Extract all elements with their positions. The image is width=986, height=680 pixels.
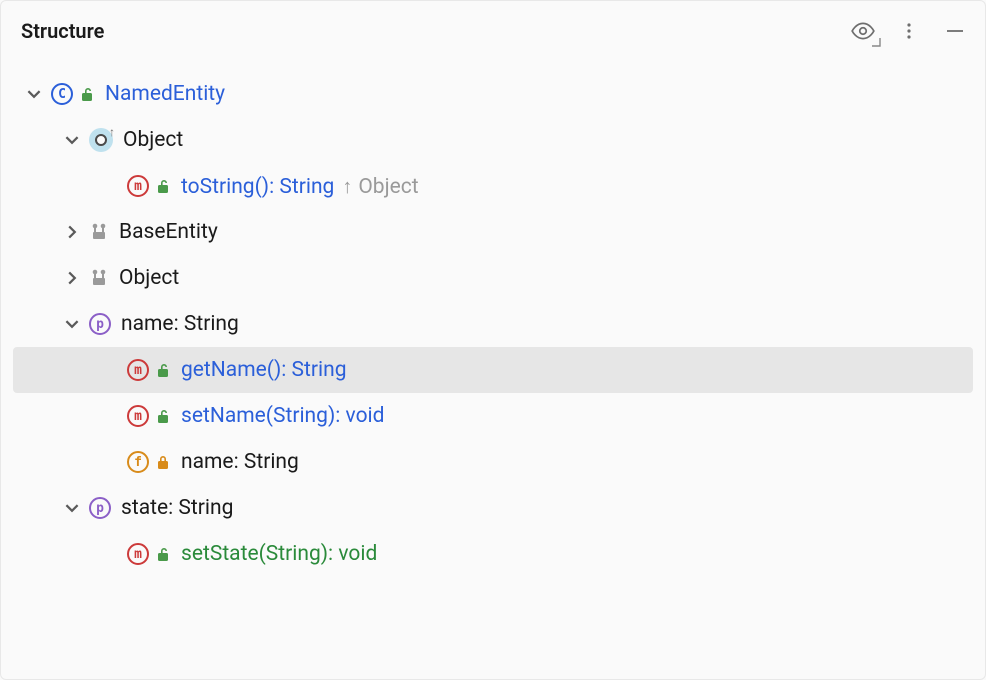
tree-node-method[interactable]: m toString(): String ↑Object xyxy=(1,163,985,209)
interface-icon xyxy=(89,222,109,242)
tree-node-property[interactable]: p state: String xyxy=(1,485,985,531)
method-icon: m xyxy=(127,543,149,565)
node-label: Object xyxy=(119,266,179,290)
node-label: BaseEntity xyxy=(119,220,218,244)
node-label: Object xyxy=(123,128,183,152)
node-label: setName(String): void xyxy=(181,404,385,428)
property-icon: p xyxy=(89,497,111,519)
expand-arrow-icon[interactable] xyxy=(65,133,89,147)
tree-node-field[interactable]: f name: String xyxy=(1,439,985,485)
public-visibility-icon xyxy=(155,362,171,378)
public-visibility-icon xyxy=(155,408,171,424)
minimize-icon[interactable] xyxy=(941,17,969,45)
field-icon: f xyxy=(127,451,149,473)
node-label: setState(String): void xyxy=(181,542,377,566)
method-icon: m xyxy=(127,405,149,427)
tree-node-interface[interactable]: Object xyxy=(1,255,985,301)
panel-title: Structure xyxy=(21,19,849,43)
visibility-icon[interactable] xyxy=(849,17,877,45)
panel-header: Structure xyxy=(1,1,985,61)
panel-toolbar xyxy=(849,17,969,45)
inherited-arrow-icon: ↑ xyxy=(342,174,352,199)
expand-arrow-icon[interactable] xyxy=(27,87,51,101)
tree-node-method[interactable]: m setName(String): void xyxy=(1,393,985,439)
property-icon: p xyxy=(89,313,111,335)
tree-node-interface[interactable]: BaseEntity xyxy=(1,209,985,255)
node-label: state: String xyxy=(121,496,233,520)
private-visibility-icon xyxy=(155,454,171,470)
expand-arrow-icon[interactable] xyxy=(65,317,89,331)
node-label: name: String xyxy=(121,312,239,336)
more-options-icon[interactable] xyxy=(895,17,923,45)
node-label: NamedEntity xyxy=(105,82,225,106)
public-visibility-icon xyxy=(79,86,95,102)
public-visibility-icon xyxy=(155,178,171,194)
node-label: name: String xyxy=(181,450,299,474)
collapse-arrow-icon[interactable] xyxy=(65,225,89,239)
tree-node-class[interactable]: C NamedEntity xyxy=(1,71,985,117)
method-icon: m xyxy=(127,359,149,381)
class-icon: C xyxy=(51,83,73,105)
method-icon: m xyxy=(127,175,149,197)
public-visibility-icon xyxy=(155,546,171,562)
object-up-icon: ↑ xyxy=(89,128,113,152)
inherited-from-label: Object xyxy=(358,175,418,199)
tree-node-method[interactable]: m setState(String): void xyxy=(1,531,985,577)
tree-node-method-selected[interactable]: m getName(): String xyxy=(13,347,973,393)
tree-node-property[interactable]: p name: String xyxy=(1,301,985,347)
expand-arrow-icon[interactable] xyxy=(65,501,89,515)
structure-tree: C NamedEntity ↑ Object xyxy=(1,61,985,679)
tree-node-superclass[interactable]: ↑ Object xyxy=(1,117,985,163)
node-label: toString(): String xyxy=(181,175,334,199)
interface-icon xyxy=(89,268,109,288)
collapse-arrow-icon[interactable] xyxy=(65,271,89,285)
structure-panel: Structure xyxy=(0,0,986,680)
node-label: getName(): String xyxy=(181,358,347,382)
